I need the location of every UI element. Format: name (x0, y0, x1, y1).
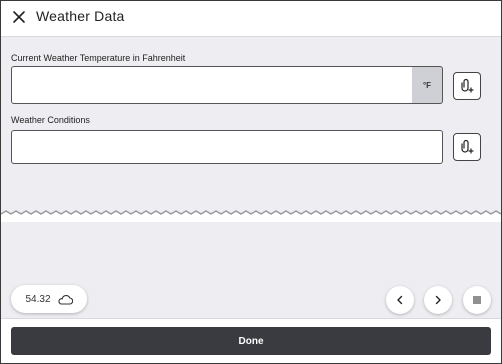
weather-conditions-label: Weather Conditions (11, 115, 90, 125)
attach-file-icon (461, 139, 474, 154)
menu-button[interactable] (463, 286, 491, 314)
previous-button[interactable] (386, 286, 414, 314)
value-badge[interactable]: 54.32 (11, 285, 87, 313)
attach-button-temperature[interactable] (453, 72, 481, 100)
close-button[interactable] (10, 8, 28, 26)
weather-data-screen: Weather Data Current Weather Temperature… (0, 0, 502, 364)
next-button[interactable] (424, 286, 452, 314)
value-text: 54.32 (25, 293, 51, 305)
unit-label-fahrenheit: °F (412, 66, 443, 104)
footer-bar: Done (1, 318, 501, 363)
menu-icon (473, 296, 481, 304)
temperature-label: Current Weather Temperature in Fahrenhei… (11, 53, 186, 63)
attach-button-conditions[interactable] (453, 133, 481, 161)
done-button[interactable]: Done (11, 327, 491, 355)
header-bar: Weather Data (1, 1, 501, 37)
page-tear-divider (1, 210, 501, 222)
temperature-input[interactable] (11, 66, 413, 104)
page-title: Weather Data (36, 8, 125, 24)
weather-conditions-input[interactable] (11, 130, 443, 164)
chevron-right-icon (435, 295, 441, 305)
close-icon (13, 11, 25, 23)
attach-file-icon (461, 78, 474, 93)
cloud-icon (57, 294, 73, 305)
chevron-left-icon (397, 295, 403, 305)
